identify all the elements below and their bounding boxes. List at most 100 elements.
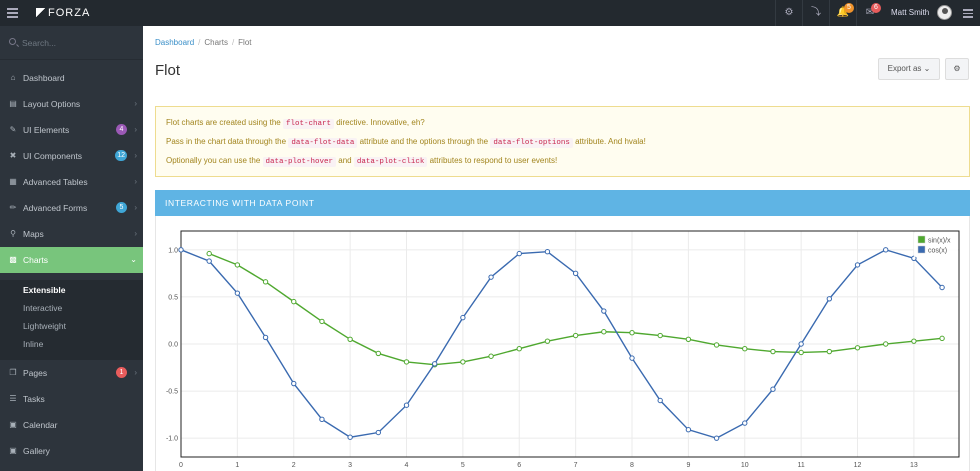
data-point: [291, 298, 297, 305]
data-point: [544, 249, 551, 255]
sidebar-item-advanced-tables[interactable]: ▦ Advanced Tables ›: [0, 169, 143, 195]
page-title: Flot: [155, 62, 181, 79]
search-input[interactable]: [22, 36, 132, 50]
data-point: [347, 336, 353, 342]
data-point: [234, 262, 241, 268]
submenu-item-lightweight[interactable]: Lightweight: [23, 321, 66, 331]
x-tick-label: 3: [348, 462, 352, 469]
chart-panel: 0 1 2 3 4 5 6 7 8 9 10 11 12 13 1.0 0.5 0.0 -0.5 -1.0 sin(x…: [155, 216, 970, 471]
logo-mark-icon: [36, 8, 46, 17]
gear-icon: ⚙: [953, 64, 961, 73]
sidebar-item-calendar[interactable]: ▣ Calendar: [0, 412, 143, 438]
x-tick-label: 4: [405, 462, 409, 469]
pin-icon[interactable]: ⤵: [802, 0, 829, 26]
map-pin-icon: ⚲: [10, 229, 16, 238]
x-tick-label: 13: [910, 462, 918, 469]
breadcrumb-flot: Flot: [238, 38, 252, 47]
legend-swatch: [917, 245, 926, 254]
data-point: [826, 296, 833, 302]
sidebar-item-ui-components[interactable]: ✖ UI Components 12 ›: [0, 143, 143, 169]
avatar[interactable]: [937, 5, 952, 20]
data-point: [685, 426, 692, 433]
sidebar-item-layout-options[interactable]: ▤ Layout Options ›: [0, 91, 143, 117]
data-point: [403, 402, 410, 408]
charts-submenu: Extensible Interactive Lightweight Inlin…: [0, 280, 143, 360]
y-tick-label: 0.5: [168, 294, 178, 301]
data-point: [291, 380, 297, 387]
hamburger-menu-icon[interactable]: [7, 8, 18, 20]
data-point: [572, 332, 579, 339]
table-icon: ▦: [9, 177, 17, 186]
count-badge: 1: [116, 367, 127, 378]
data-point: [375, 429, 382, 436]
breadcrumb-charts[interactable]: Charts: [204, 38, 228, 47]
data-point: [516, 250, 522, 257]
x-tick-label: 11: [798, 462, 805, 469]
sidebar-item-advanced-forms[interactable]: ✏ Advanced Forms 5 ›: [0, 195, 143, 221]
data-point: [347, 434, 353, 440]
data-point: [460, 359, 466, 365]
pencil-icon: ✏: [9, 203, 17, 212]
data-point: [375, 350, 382, 357]
chevron-right-icon: ›: [134, 151, 137, 160]
data-point: [319, 318, 325, 325]
legend-swatch: [917, 235, 926, 244]
data-point: [742, 420, 748, 426]
export-as-button[interactable]: Export as ⌄: [878, 58, 940, 80]
gallery-icon: ▣: [9, 446, 17, 455]
count-badge: 5: [116, 202, 127, 213]
data-point: [460, 314, 466, 321]
submenu-item-interactive[interactable]: Interactive: [23, 303, 62, 313]
data-point: [516, 346, 522, 352]
data-point: [883, 247, 889, 253]
submenu-item-inline[interactable]: Inline: [23, 339, 43, 349]
data-point: [403, 359, 410, 365]
chevron-right-icon: ›: [134, 99, 137, 108]
chevron-right-icon: ›: [134, 368, 137, 377]
settings-button[interactable]: ⚙: [945, 58, 969, 80]
flot-line-chart[interactable]: 0 1 2 3 4 5 6 7 8 9 10 11 12 131.00.50.0-0.5-1.0sin(x…: [156, 216, 971, 471]
chevron-right-icon: ›: [134, 229, 137, 238]
x-tick-label: 0: [179, 462, 183, 469]
data-point: [234, 290, 241, 296]
data-point: [431, 361, 438, 367]
data-point: [854, 262, 861, 268]
mail-icon[interactable]: ✉ 6: [856, 0, 883, 26]
y-tick-label: -0.5: [166, 389, 178, 396]
messages-badge: 6: [871, 3, 881, 13]
sidebar-item-ui-elements[interactable]: ✎ UI Elements 4 ›: [0, 117, 143, 143]
data-point: [488, 353, 494, 359]
legend-label: sin(x)/x: [928, 238, 951, 245]
chevron-right-icon: ›: [134, 203, 137, 212]
data-point: [544, 338, 551, 344]
sidebar-item-tasks[interactable]: ☰ Tasks: [0, 386, 143, 412]
sidebar-item-dashboard[interactable]: ⌂ Dashboard: [0, 65, 143, 91]
data-point: [685, 336, 692, 342]
breadcrumb-dashboard[interactable]: Dashboard: [155, 38, 194, 47]
legend-label: cos(x): [928, 248, 947, 255]
chart-icon: ▩: [9, 255, 17, 264]
user-name[interactable]: Matt Smith: [891, 0, 929, 26]
bell-icon[interactable]: 🔔 5: [829, 0, 856, 26]
data-point: [206, 250, 212, 257]
sidebar-item-gallery[interactable]: ▣ Gallery: [0, 438, 143, 464]
chevron-down-icon: ⌄: [923, 64, 931, 73]
notifications-badge: 5: [844, 3, 854, 13]
sidebar-search: [0, 26, 143, 60]
x-tick-label: 1: [235, 462, 239, 469]
brand-logo[interactable]: FORZA: [36, 7, 90, 19]
data-point: [206, 258, 212, 264]
chevron-right-icon: ›: [134, 125, 137, 134]
gear-icon[interactable]: ⚙: [775, 0, 802, 26]
sidebar-item-maps[interactable]: ⚲ Maps ›: [0, 221, 143, 247]
data-point: [883, 341, 889, 347]
x-tick-label: 12: [854, 462, 862, 469]
chevron-down-icon: ⌄: [130, 255, 137, 264]
x-tick-label: 9: [686, 462, 690, 469]
submenu-item-extensible[interactable]: Extensible: [23, 285, 66, 295]
data-point: [657, 397, 663, 404]
sidebar-item-pages[interactable]: ❐ Pages 1 ›: [0, 360, 143, 386]
data-point: [911, 338, 917, 344]
sidebar-item-charts[interactable]: ▩ Charts ⌄: [0, 247, 143, 273]
menu-lines-icon[interactable]: [963, 9, 973, 20]
